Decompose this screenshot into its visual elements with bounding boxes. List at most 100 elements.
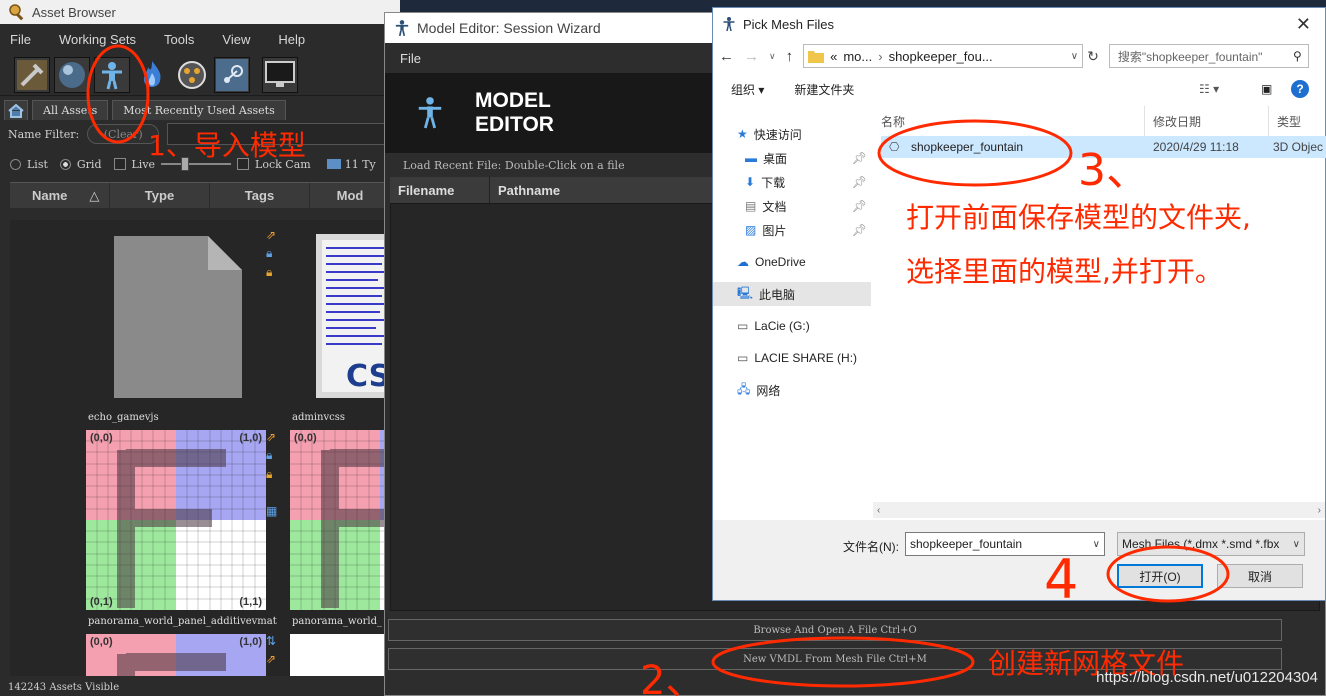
new-folder-button[interactable]: 新建文件夹 [794,81,854,98]
lock-gold-icon: 🔒︎ [266,467,273,481]
address-chevron-icon[interactable]: ∨ [1071,51,1078,62]
nav-this-pc[interactable]: 🖳︎ 此电脑 [713,282,871,306]
uv-label-tr: (1,0) [239,636,262,648]
filename-label: 文件名(N): [843,540,899,554]
cancel-button[interactable]: 取消 [1217,564,1303,588]
cloud-icon: ☁ [737,255,749,269]
type-filter-chip[interactable]: 11 Ty [326,158,376,171]
preview-pane-icon[interactable]: ▣ [1261,82,1272,96]
model-editor-button[interactable] [94,56,130,93]
monitor-tool-button[interactable] [262,56,298,93]
col-name[interactable]: 名称 [873,106,1145,136]
col-type[interactable]: Type [110,182,210,209]
col-name[interactable]: Name △ [10,182,110,209]
nav-downloads[interactable]: ⬇ 下载 📌︎ [713,170,871,194]
tab-recent-assets[interactable]: Most Recently Used Assets [112,100,286,120]
list-radio[interactable] [10,158,21,170]
menu-help[interactable]: Help [278,32,305,47]
col-type[interactable]: 类型 [1269,106,1325,136]
live-checkbox[interactable] [113,158,126,170]
menu-working-sets[interactable]: Working Sets [59,32,136,47]
nav-label: LaCie (G:) [754,319,810,333]
nav-label: 下载 [761,175,786,190]
model-figure-icon [418,97,442,129]
close-icon[interactable]: ✕ [1296,14,1311,35]
open-button[interactable]: 打开(O) [1117,564,1203,588]
drive-icon: ▭ [737,351,749,365]
pick-mesh-titlebar: Pick Mesh Files ✕ [713,8,1325,40]
col-filename[interactable]: Filename [390,177,490,203]
file-list-header: 名称 修改日期 类型 [873,106,1326,136]
back-arrow-icon[interactable]: ← [719,48,734,65]
address-bar[interactable]: « mo... › shopkeeper_fou... ∨ [803,44,1084,68]
scroll-left-icon[interactable]: ‹ [877,505,880,516]
hammer-tool-button[interactable] [14,56,50,93]
col-date[interactable]: 修改日期 [1145,106,1269,136]
brand-line-2: EDITOR [475,113,554,136]
filename-chevron-icon[interactable]: ∨ [1093,539,1100,550]
grid-radio[interactable] [59,158,71,170]
nav-quick-access[interactable]: ★ 快速访问 [713,122,871,146]
asset-thumb-echo-gamevjs[interactable] [86,228,266,408]
breadcrumb-separator: › [878,48,883,64]
nav-desktop[interactable]: ▬ 桌面 📌︎ [713,146,871,170]
reference-arrow-icon: ⇗ [266,430,277,444]
scroll-right-icon[interactable]: › [1318,505,1321,516]
sound-tool-button[interactable] [174,56,210,93]
asset-browser-title: Asset Browser [32,4,116,20]
steam-tool-button[interactable] [214,56,250,93]
up-arrow-icon[interactable]: ↑ [786,48,794,65]
home-tab[interactable] [4,100,28,120]
pin-icon: 📌︎ [851,175,867,189]
generic-file-icon [114,236,242,398]
nav-onedrive[interactable]: ☁ OneDrive [713,250,871,274]
file-date: 2020/4/29 11:18 [1153,140,1239,154]
dialog-footer: 文件名(N): shopkeeper_fountain ∨ Mesh Files… [713,520,1325,600]
computer-icon: 🖳︎ [737,285,754,300]
nav-label: 桌面 [763,151,788,166]
nav-label: 网络 [756,383,781,398]
filter-chevron-icon[interactable]: ∨ [1293,539,1300,550]
breadcrumb-part-1[interactable]: mo... [843,49,872,64]
asset-thumb-row3[interactable]: (0,0) (1,0) [86,634,266,676]
breadcrumb-part-2[interactable]: shopkeeper_fou... [889,49,993,64]
annotation-step-4-number: 4 [1044,548,1079,611]
breadcrumb-overflow[interactable]: « [830,49,837,64]
organize-button[interactable]: 组织 ▾ [731,81,764,98]
menu-tools[interactable]: Tools [164,32,194,47]
model-editor-brand: MODEL EDITOR [475,89,554,137]
tab-all-assets[interactable]: All Assets [32,100,109,120]
me-menu-file[interactable]: File [400,51,421,66]
uv-label-tl: (0,0) [90,432,113,444]
file-type-filter[interactable]: Mesh Files (*.dmx *.smd *.fbx ∨ [1117,532,1305,556]
forward-arrow-icon[interactable]: → [744,48,759,65]
nav-documents[interactable]: ▤ 文档 📌︎ [713,194,871,218]
nav-lacie-share[interactable]: ▭ LACIE SHARE (H:) [713,346,871,370]
sphere-icon [59,61,85,88]
nav-label: 文档 [762,199,787,214]
help-icon[interactable]: ? [1291,80,1309,98]
model-editor-title: Model Editor: Session Wizard [417,20,601,36]
uv-label-bl: (0,1) [90,596,113,608]
menu-file[interactable]: File [10,32,31,47]
browse-open-label: Browse And Open A File Ctrl+O [753,624,917,636]
particle-tool-button[interactable] [134,56,170,93]
refresh-icon[interactable]: ↻ [1087,48,1099,65]
nav-pictures[interactable]: ▨ 图片 📌︎ [713,218,871,242]
dropdown-chevron-icon[interactable]: ∨ [769,51,776,62]
tag-icon [326,159,341,169]
horizontal-scrollbar[interactable]: ‹ › [873,502,1325,518]
col-pathname[interactable]: Pathname [490,177,690,203]
nav-lacie-g[interactable]: ▭ LaCie (G:) [713,314,871,338]
col-tags[interactable]: Tags [210,182,310,209]
asset-column-header: Name △ Type Tags Mod [10,182,390,209]
search-box[interactable]: 搜索"shopkeeper_fountain" ⚲ [1108,44,1309,68]
col-mod[interactable]: Mod [310,183,390,209]
view-options-icon[interactable]: ☷ ▾ [1199,82,1219,96]
menu-view[interactable]: View [222,32,250,47]
browse-open-button[interactable]: Browse And Open A File Ctrl+O [388,619,1282,641]
search-icon: ⚲ [1293,49,1302,63]
nav-network[interactable]: 🖧︎ 网络 [713,378,871,402]
asset-thumb-panorama-panel[interactable]: (0,0) (1,0) (0,1) (1,1) [86,430,266,610]
material-tool-button[interactable] [54,56,90,93]
